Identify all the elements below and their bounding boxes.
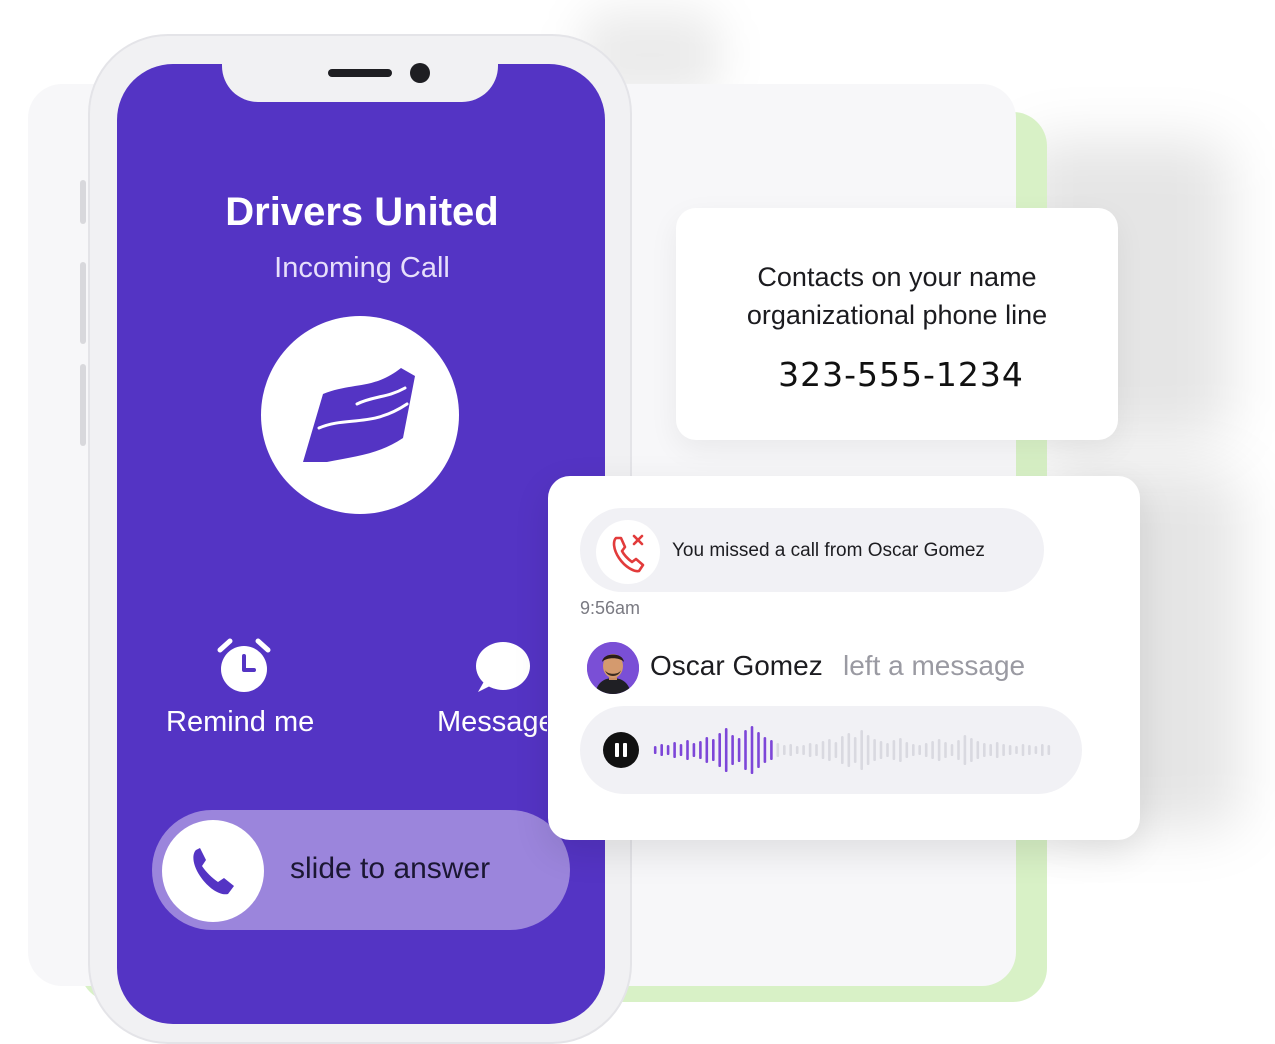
waveform-bar — [692, 743, 696, 757]
waveform-bar — [950, 744, 954, 756]
waveform-bar — [808, 743, 812, 757]
phone-speaker — [328, 69, 392, 77]
chat-bubble-icon[interactable] — [474, 640, 532, 700]
waveform-bar — [1047, 745, 1051, 755]
missed-call-icon — [596, 520, 660, 584]
contact-line-2: organizational phone line — [746, 300, 1048, 330]
phone-number: 323-555-1234 — [778, 355, 1024, 394]
waveform-bar — [660, 744, 663, 756]
waveform-bar — [879, 741, 883, 759]
waveform-bar — [905, 742, 909, 758]
waveform-bar — [924, 743, 928, 757]
waveform-bar — [686, 740, 689, 760]
waveform-bar — [892, 740, 896, 760]
voicemail-sender: Oscar Gomez — [650, 650, 823, 681]
alarm-clock-icon[interactable] — [214, 636, 274, 700]
waveform-bar — [821, 741, 825, 759]
waveform-bar — [834, 742, 838, 758]
waveform-bar — [1021, 744, 1025, 756]
waveform-bar — [886, 743, 889, 757]
waveform-bar — [815, 744, 818, 756]
waveform-bar — [783, 745, 786, 755]
waveform-bar — [970, 738, 973, 762]
call-status: Incoming Call — [274, 252, 450, 284]
waveform-bar — [744, 730, 747, 770]
phone-notch — [222, 58, 498, 102]
voicemail-text: left a message — [843, 650, 1026, 681]
waveform-bar — [963, 735, 967, 765]
phone-side-button — [80, 180, 86, 224]
waveform-bar — [776, 743, 780, 757]
waveform-bar — [944, 742, 947, 758]
waveform-bar — [705, 737, 709, 763]
waveform-bar — [763, 737, 767, 763]
waveform-bar — [841, 736, 844, 764]
pause-icon[interactable] — [603, 732, 639, 768]
waveform-bar — [828, 739, 831, 761]
answer-button[interactable] — [162, 820, 264, 922]
waveform-bar — [873, 739, 876, 761]
waveform-bar — [737, 738, 741, 762]
waveform-bar — [653, 746, 657, 754]
waveform-bar — [770, 740, 773, 760]
message-label[interactable]: Message — [437, 706, 547, 739]
waveform-bar — [995, 742, 999, 758]
waveform-bar — [860, 730, 863, 770]
flag-icon — [303, 368, 415, 462]
waveform-bar — [937, 739, 941, 761]
waveform-bar — [789, 744, 792, 756]
waveform-bar — [1002, 744, 1005, 756]
avatar — [587, 642, 639, 694]
phone-volume-up — [80, 262, 86, 344]
waveform-bar — [853, 737, 857, 763]
waveform-bar — [1028, 745, 1031, 755]
waveform-bar — [724, 728, 728, 772]
waveform-bar — [847, 733, 851, 767]
waveform-bar — [1015, 746, 1018, 754]
waveform-bar — [983, 743, 986, 757]
waveform-bar — [757, 732, 760, 768]
waveform-bar — [1034, 746, 1038, 754]
waveform-bar — [666, 745, 670, 755]
waveform-bar — [976, 741, 980, 759]
waveform-bar — [931, 741, 934, 759]
waveform-bar — [866, 735, 870, 765]
voicemail-waveform[interactable] — [652, 720, 1052, 780]
waveform-bar — [1041, 744, 1044, 756]
waveform-bar — [957, 740, 960, 760]
waveform-bar — [718, 733, 721, 767]
waveform-bar — [673, 742, 676, 758]
contact-line-1: Contacts on your name — [757, 262, 1037, 292]
phone-volume-down — [80, 364, 86, 446]
missed-call-text: You missed a call from Oscar Gomez — [672, 540, 985, 561]
phone-icon — [193, 848, 234, 895]
waveform-bar — [1008, 745, 1012, 755]
remind-me-label[interactable]: Remind me — [166, 706, 314, 739]
waveform-bar — [731, 735, 734, 765]
waveform-bar — [899, 738, 902, 762]
waveform-bar — [679, 744, 683, 756]
waveform-bar — [802, 745, 805, 755]
timestamp: 9:56am — [580, 598, 641, 618]
slide-label: slide to answer — [290, 852, 491, 885]
waveform-bar — [795, 746, 799, 754]
phone-camera — [410, 63, 430, 83]
waveform-bar — [918, 745, 921, 755]
waveform-bar — [750, 726, 754, 774]
waveform-bar — [989, 744, 992, 756]
waveform-bar — [712, 739, 715, 761]
waveform-bar — [699, 741, 702, 759]
caller-avatar — [261, 316, 459, 514]
caller-name: Drivers United — [225, 190, 499, 234]
waveform-bar — [912, 744, 915, 756]
